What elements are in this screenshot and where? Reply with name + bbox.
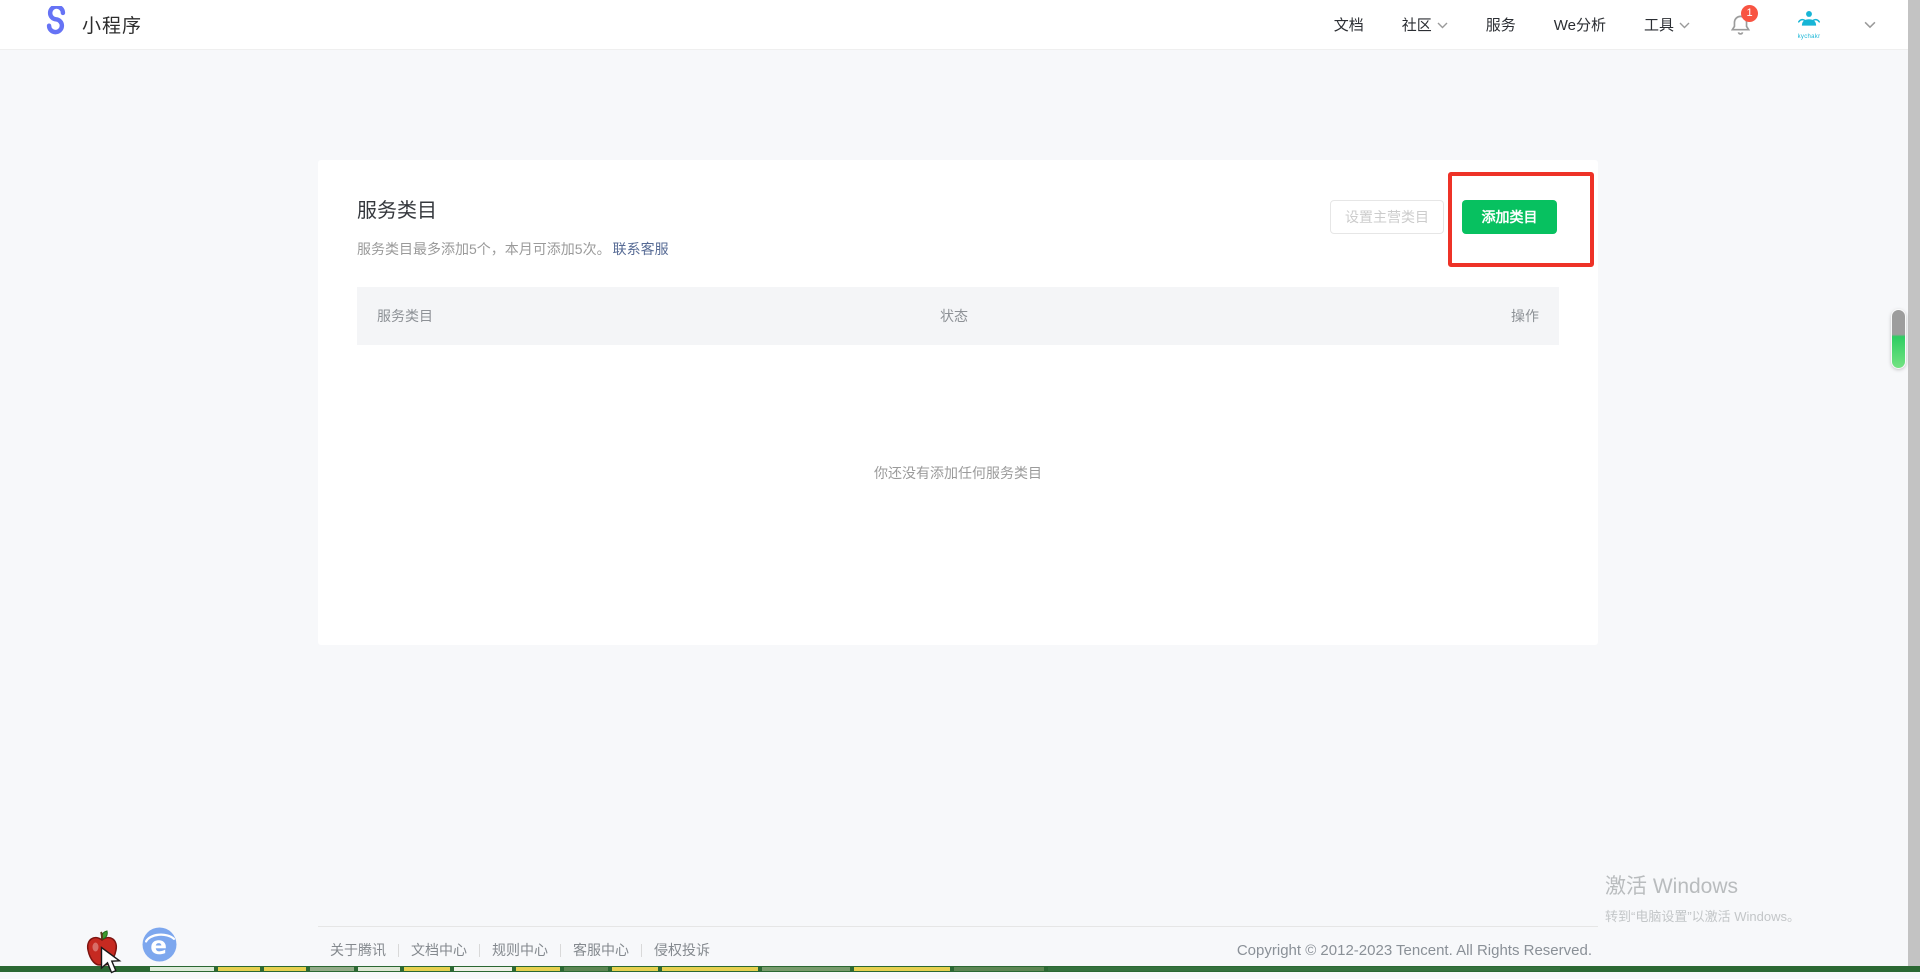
nav-item-community[interactable]: 社区 bbox=[1402, 14, 1448, 35]
nav-item-tools[interactable]: 工具 bbox=[1644, 14, 1690, 35]
scroll-progress-indicator[interactable] bbox=[1892, 310, 1905, 368]
mini-program-logo-icon bbox=[40, 6, 72, 43]
strip-segment bbox=[358, 967, 400, 971]
strip-segment bbox=[516, 967, 560, 971]
strip-segment bbox=[954, 967, 1044, 971]
avatar-account-name: kychakr bbox=[1798, 34, 1821, 40]
background-window-strip bbox=[0, 966, 1920, 972]
panel-description: 服务类目最多添加5个，本月可添加5次。联系客服 bbox=[357, 239, 1559, 259]
footer-link-about-tencent[interactable]: 关于腾讯 bbox=[318, 940, 398, 960]
strip-segment bbox=[404, 967, 450, 971]
empty-state-text: 你还没有添加任何服务类目 bbox=[357, 463, 1559, 483]
footer-link-infringement-complaint[interactable]: 侵权投诉 bbox=[642, 940, 722, 960]
page-footer: 关于腾讯 文档中心 规则中心 客服中心 侵权投诉 Copyright © 201… bbox=[318, 926, 1598, 960]
app-title: 小程序 bbox=[82, 11, 142, 38]
category-table: 服务类目 状态 操作 你还没有添加任何服务类目 bbox=[357, 287, 1559, 483]
internet-explorer-icon[interactable]: e bbox=[142, 927, 177, 967]
strip-segment bbox=[310, 967, 354, 971]
nav-item-docs[interactable]: 文档 bbox=[1334, 14, 1364, 35]
watermark-line2: 转到“电脑设置”以激活 Windows。 bbox=[1605, 906, 1800, 925]
nav-label: 文档 bbox=[1334, 14, 1364, 35]
strip-segment bbox=[454, 967, 512, 971]
strip-segment bbox=[1048, 967, 1560, 971]
footer-link-support-center[interactable]: 客服中心 bbox=[561, 940, 641, 960]
watermark-line1: 激活 Windows bbox=[1605, 870, 1800, 900]
account-avatar-button[interactable]: kychakr bbox=[1792, 10, 1826, 40]
windows-activation-watermark: 激活 Windows 转到“电脑设置”以激活 Windows。 bbox=[1605, 870, 1800, 925]
notification-badge: 1 bbox=[1741, 5, 1758, 22]
footer-link-rules-center[interactable]: 规则中心 bbox=[480, 940, 560, 960]
strip-segment bbox=[854, 967, 950, 971]
nav-label: 服务 bbox=[1486, 14, 1516, 35]
strip-segment bbox=[218, 967, 260, 971]
mouse-cursor-icon bbox=[99, 946, 122, 979]
column-header-category: 服务类目 bbox=[357, 306, 940, 326]
vertical-scrollbar[interactable] bbox=[1908, 0, 1920, 972]
nav-label: 社区 bbox=[1402, 14, 1432, 35]
notification-bell-button[interactable]: 1 bbox=[1728, 12, 1754, 38]
column-header-actions: 操作 bbox=[1511, 306, 1559, 326]
set-main-category-button[interactable]: 设置主营类目 bbox=[1330, 200, 1444, 234]
footer-link-docs-center[interactable]: 文档中心 bbox=[399, 940, 479, 960]
nav-item-services[interactable]: 服务 bbox=[1486, 14, 1516, 35]
description-text: 服务类目最多添加5个，本月可添加5次。 bbox=[357, 241, 611, 257]
account-chevron-down-icon[interactable] bbox=[1864, 16, 1876, 34]
avatar-logo-icon bbox=[1796, 10, 1822, 33]
copyright-text: Copyright © 2012-2023 Tencent. All Right… bbox=[1237, 942, 1598, 959]
bell-icon bbox=[1728, 24, 1753, 41]
service-category-panel: 服务类目 服务类目最多添加5个，本月可添加5次。联系客服 设置主营类目 添加类目… bbox=[318, 160, 1598, 645]
nav-menu: 文档 社区 服务 We分析 工具 1 bbox=[1334, 10, 1876, 40]
strip-segment bbox=[564, 967, 608, 971]
add-category-button[interactable]: 添加类目 bbox=[1462, 200, 1557, 234]
column-header-status: 状态 bbox=[940, 306, 1511, 326]
strip-segment bbox=[612, 967, 658, 971]
chevron-down-icon bbox=[1679, 16, 1690, 33]
chevron-down-icon bbox=[1437, 16, 1448, 33]
panel-header: 服务类目 服务类目最多添加5个，本月可添加5次。联系客服 设置主营类目 添加类目 bbox=[318, 160, 1598, 259]
brand[interactable]: 小程序 bbox=[40, 6, 142, 43]
nav-label: 工具 bbox=[1644, 14, 1674, 35]
nav-label: We分析 bbox=[1554, 14, 1606, 35]
nav-item-we-analytics[interactable]: We分析 bbox=[1554, 14, 1606, 35]
contact-support-link[interactable]: 联系客服 bbox=[613, 241, 669, 257]
strip-segment bbox=[662, 967, 758, 971]
table-header-row: 服务类目 状态 操作 bbox=[357, 287, 1559, 345]
strip-segment bbox=[264, 967, 306, 971]
top-navigation-bar: 小程序 文档 社区 服务 We分析 工具 bbox=[0, 0, 1920, 50]
strip-segment bbox=[150, 967, 214, 971]
strip-segment bbox=[762, 967, 850, 971]
